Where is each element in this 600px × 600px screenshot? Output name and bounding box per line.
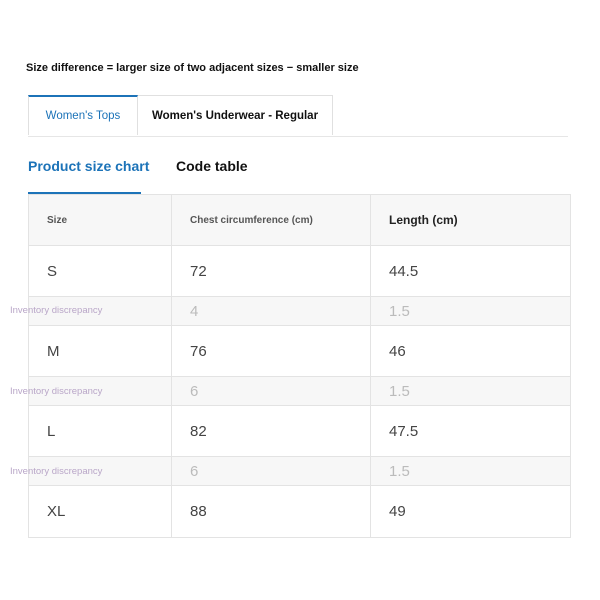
size-chart-table: Size Chest circumference (cm) Length (cm… bbox=[28, 194, 571, 538]
header-length: Length (cm) bbox=[370, 194, 571, 246]
length-difference-cell: 1.5 bbox=[370, 456, 571, 486]
chest-cell: 76 bbox=[171, 325, 371, 377]
table-row-difference: 6 1.5 bbox=[28, 456, 571, 486]
chest-difference-cell: 6 bbox=[171, 376, 371, 406]
watermark-text: Inventory discrepancy bbox=[10, 466, 103, 477]
watermark-text: Inventory discrepancy bbox=[10, 386, 103, 397]
table-header-row: Size Chest circumference (cm) Length (cm… bbox=[28, 194, 571, 246]
table-row-size-l: L 82 47.5 bbox=[28, 405, 571, 457]
length-difference-cell: 1.5 bbox=[370, 376, 571, 406]
length-cell: 47.5 bbox=[370, 405, 571, 457]
view-tabs: Product size chart Code table bbox=[28, 150, 568, 194]
tab-womens-underwear-regular[interactable]: Women's Underwear - Regular bbox=[138, 95, 333, 135]
length-cell: 46 bbox=[370, 325, 571, 377]
size-cell: S bbox=[28, 245, 172, 297]
size-cell: L bbox=[28, 405, 172, 457]
table-row-size-m: M 76 46 bbox=[28, 325, 571, 377]
size-difference-note: Size difference = larger size of two adj… bbox=[26, 62, 359, 74]
length-cell: 44.5 bbox=[370, 245, 571, 297]
chest-cell: 72 bbox=[171, 245, 371, 297]
chest-difference-cell: 4 bbox=[171, 296, 371, 326]
table-row-size-xl: XL 88 49 bbox=[28, 485, 571, 538]
length-cell: 49 bbox=[370, 485, 571, 538]
size-cell: XL bbox=[28, 485, 172, 538]
chest-cell: 88 bbox=[171, 485, 371, 538]
header-chest-circumference: Chest circumference (cm) bbox=[171, 194, 371, 246]
tab-code-table[interactable]: Code table bbox=[176, 158, 248, 174]
watermark-text: Inventory discrepancy bbox=[10, 305, 103, 316]
tab-product-size-chart[interactable]: Product size chart bbox=[28, 158, 149, 174]
size-cell: M bbox=[28, 325, 172, 377]
tab-womens-tops[interactable]: Women's Tops bbox=[28, 95, 138, 135]
table-row-size-s: S 72 44.5 bbox=[28, 245, 571, 297]
chest-difference-cell: 6 bbox=[171, 456, 371, 486]
length-difference-cell: 1.5 bbox=[370, 296, 571, 326]
category-tabs: Women's Tops Women's Underwear - Regular bbox=[28, 95, 568, 137]
table-row-difference: 4 1.5 bbox=[28, 296, 571, 326]
chest-cell: 82 bbox=[171, 405, 371, 457]
table-row-difference: 6 1.5 bbox=[28, 376, 571, 406]
header-size: Size bbox=[28, 194, 172, 246]
